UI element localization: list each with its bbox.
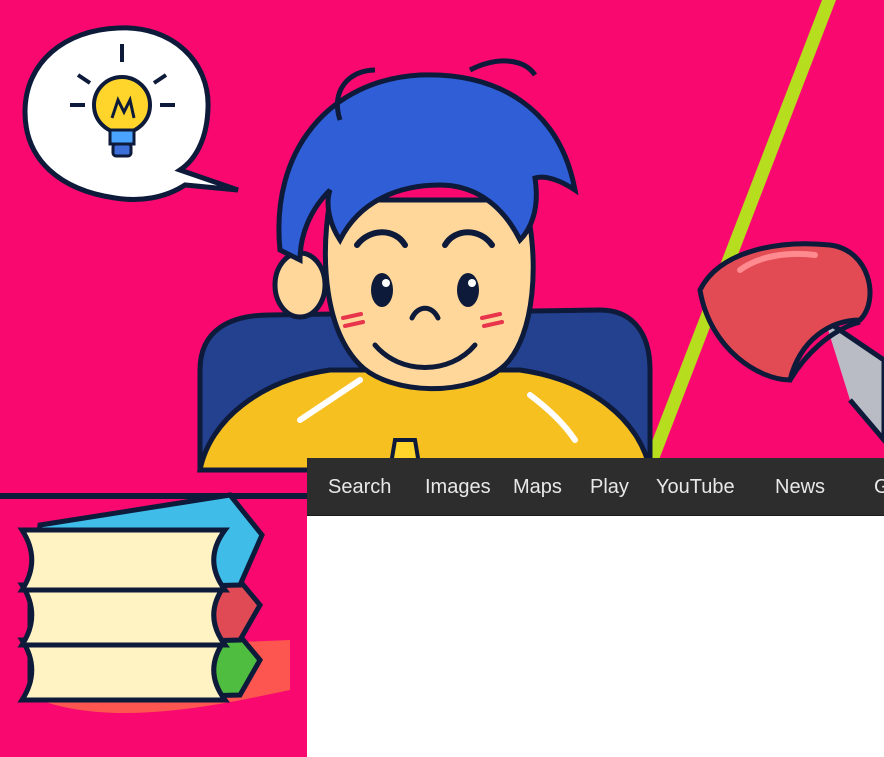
google-top-navbar: Search Images Maps Play YouTube News G	[307, 458, 884, 516]
google-page-window: Search Images Maps Play YouTube News G	[307, 458, 884, 757]
nav-images-link[interactable]: Images	[425, 476, 491, 499]
page-content-area	[307, 516, 884, 757]
thought-bubble	[22, 25, 239, 202]
desk-lamp	[697, 241, 884, 444]
green-accent-line	[641, 0, 836, 470]
nav-gmail-link[interactable]: G	[874, 476, 884, 499]
desk-edge	[0, 493, 310, 499]
nav-youtube-link[interactable]: YouTube	[656, 476, 735, 499]
nav-maps-link[interactable]: Maps	[513, 476, 562, 499]
nav-news-link[interactable]: News	[775, 476, 825, 499]
nav-play-link[interactable]: Play	[590, 476, 629, 499]
nav-search-link[interactable]: Search	[328, 476, 391, 499]
book-stack	[17, 492, 290, 713]
